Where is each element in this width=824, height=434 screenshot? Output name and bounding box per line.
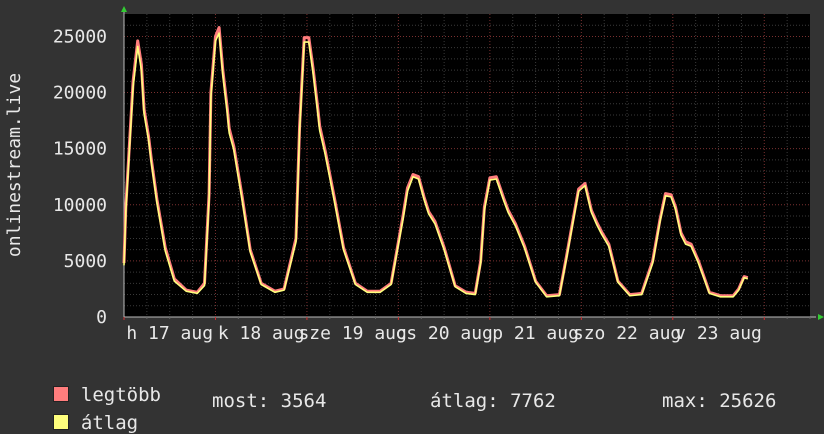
legend-label-avg: átlag [80,412,139,434]
x-tick-label: szo 22 aug [573,323,681,344]
legend-swatch-avg [52,414,69,430]
y-tick-label: 25000 [53,26,107,47]
legend-item-avg: átlag [30,390,138,434]
y-tick-labels: 0 5000 10000 15000 20000 25000 [53,26,107,328]
stat-average: átlag: 7762 [430,390,556,412]
y-axis-arrow [121,6,127,12]
stat-max: max: 25626 [662,390,777,412]
x-tick-label: h 17 aug [126,323,213,344]
x-tick-label: p 21 aug [492,323,579,344]
y-tick-label: 0 [96,307,107,328]
x-tick-label: cs 20 aug [395,323,493,344]
y-tick-label: 5000 [64,251,107,272]
x-tick-labels: h 17 aug k 18 augsze 19 augcs 20 aug p 21 … [126,323,762,344]
x-tick-label: k 18 aug [218,323,305,344]
x-tick-label: sze 19 aug [298,323,406,344]
y-tick-label: 15000 [53,139,107,160]
line-chart: 0 5000 10000 15000 20000 25000 h 17 aug k 18 a… [4,6,824,344]
stat-current: most: 3564 [212,390,327,412]
y-axis-label: onlinestream.live [4,73,25,257]
y-tick-label: 20000 [53,83,107,104]
x-tick-label: v 23 aug [675,323,762,344]
x-axis-arrow [818,314,824,320]
y-tick-label: 10000 [53,195,107,216]
